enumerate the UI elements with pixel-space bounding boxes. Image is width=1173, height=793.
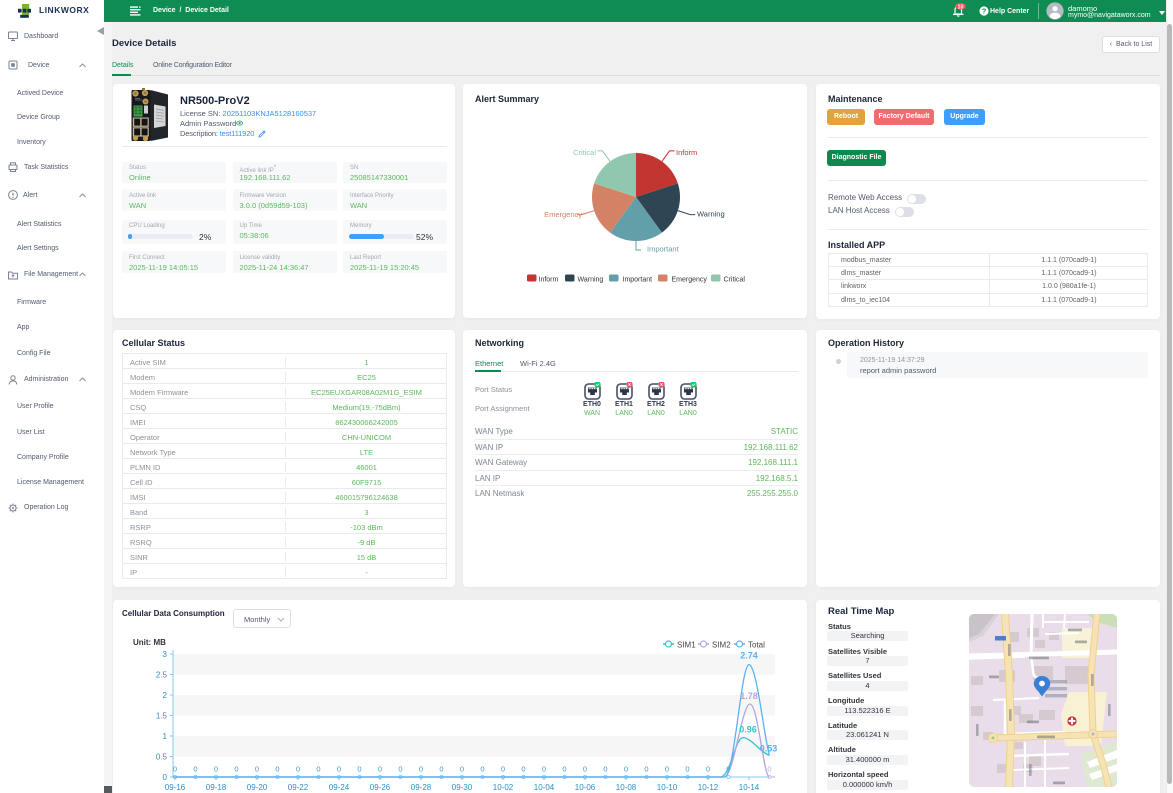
svg-text:0: 0 (296, 765, 300, 774)
svg-text:0: 0 (603, 765, 607, 774)
svg-text:10-04: 10-04 (534, 783, 555, 792)
svg-text:0: 0 (501, 765, 505, 774)
svg-text:10: 10 (957, 4, 963, 10)
svg-text:10-06: 10-06 (575, 783, 596, 792)
svg-text:0: 0 (163, 773, 168, 782)
svg-text:0: 0 (275, 765, 279, 774)
svg-text:0: 0 (439, 765, 443, 774)
svg-text:Warning: Warning (697, 210, 725, 219)
svg-text:09-30: 09-30 (452, 783, 473, 792)
svg-text:0: 0 (542, 765, 546, 774)
svg-text:09-26: 09-26 (370, 783, 391, 792)
svg-text:2.74: 2.74 (740, 651, 758, 661)
svg-text:0: 0 (644, 765, 648, 774)
svg-text:Inform: Inform (676, 148, 697, 157)
svg-text:Critical: Critical (724, 277, 746, 284)
svg-text:Total: Total (748, 641, 765, 650)
svg-text:Warning: Warning (578, 277, 604, 284)
svg-text:09-18: 09-18 (206, 783, 227, 792)
svg-text:0: 0 (316, 765, 320, 774)
svg-text:1.78: 1.78 (740, 691, 758, 701)
svg-text:0: 0 (398, 765, 402, 774)
svg-text:09-24: 09-24 (329, 783, 350, 792)
svg-text:Emergency: Emergency (544, 210, 582, 219)
svg-text:0: 0 (460, 765, 464, 774)
svg-text:0: 0 (521, 765, 525, 774)
svg-text:0: 0 (378, 765, 382, 774)
svg-text:2.5: 2.5 (156, 671, 168, 680)
svg-text:3: 3 (163, 650, 168, 659)
svg-text:0: 0 (214, 765, 218, 774)
svg-text:1.5: 1.5 (156, 712, 168, 721)
svg-text:2: 2 (163, 691, 168, 700)
svg-text:10-08: 10-08 (616, 783, 637, 792)
svg-text:0: 0 (624, 765, 628, 774)
svg-text:10-10: 10-10 (657, 783, 678, 792)
svg-text:Inform: Inform (539, 277, 559, 284)
svg-text:?: ? (982, 7, 987, 16)
svg-text:0: 0 (583, 765, 587, 774)
svg-text:1: 1 (163, 732, 168, 741)
svg-text:10-12: 10-12 (698, 783, 719, 792)
svg-text:10-14: 10-14 (739, 783, 760, 792)
svg-text:0: 0 (173, 765, 177, 774)
svg-text:0: 0 (665, 765, 669, 774)
svg-text:0.96: 0.96 (739, 725, 757, 735)
svg-text:10-02: 10-02 (493, 783, 514, 792)
svg-text:0: 0 (706, 765, 710, 774)
svg-text:0.53: 0.53 (760, 743, 778, 753)
svg-text:Important: Important (623, 277, 653, 284)
svg-text:0: 0 (357, 765, 361, 774)
svg-text:0: 0 (685, 765, 689, 774)
svg-text:Emergency: Emergency (672, 277, 708, 284)
svg-text:0: 0 (234, 765, 238, 774)
svg-text:SIM1: SIM1 (677, 641, 696, 650)
svg-text:0: 0 (337, 765, 341, 774)
svg-text:0: 0 (562, 765, 566, 774)
svg-text:0.5: 0.5 (156, 753, 168, 762)
svg-text:SIM2: SIM2 (712, 641, 731, 650)
svg-text:09-20: 09-20 (247, 783, 268, 792)
svg-text:Important: Important (647, 245, 680, 254)
svg-text:Critical: Critical (573, 148, 596, 157)
svg-text:09-22: 09-22 (288, 783, 309, 792)
svg-text:0: 0 (480, 765, 484, 774)
svg-text:0: 0 (767, 765, 771, 774)
svg-text:0: 0 (419, 765, 423, 774)
svg-text:09-28: 09-28 (411, 783, 432, 792)
svg-text:09-16: 09-16 (165, 783, 186, 792)
svg-text:0: 0 (255, 765, 259, 774)
svg-text:0: 0 (193, 765, 197, 774)
